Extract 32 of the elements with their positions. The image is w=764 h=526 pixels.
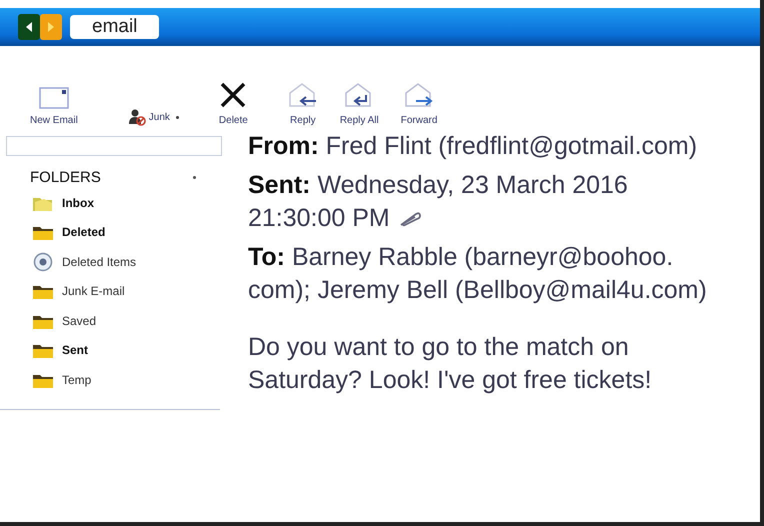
toolbar-button[interactable]: New Email — [30, 87, 78, 126]
envelope-icon — [38, 87, 69, 109]
folder-item[interactable]: Saved — [0, 306, 220, 336]
window-title: email — [70, 15, 160, 39]
header-line: To: Barney Rabble (barneyr@boohoo. — [248, 242, 674, 273]
folder-item[interactable]: Inbox — [0, 188, 220, 218]
toolbar-button[interactable]: Forward — [400, 81, 438, 126]
message-body: Do you want to go to the match on Saturday? Look! I've got free tickets! — [248, 332, 653, 396]
toolbar-button[interactable]: Junk — [128, 108, 179, 126]
toolbar-button[interactable]: Reply — [288, 81, 318, 126]
right-triangle-icon — [46, 21, 56, 33]
folder-item[interactable]: Sent — [0, 336, 220, 365]
dropdown-dot-icon — [193, 176, 196, 178]
left-triangle-icon — [24, 21, 34, 33]
back-button[interactable] — [18, 14, 40, 40]
folder-item[interactable]: Junk E-mail — [0, 276, 220, 306]
header-line: From: Fred Flint (fredflint@gotmail.com) — [248, 131, 698, 162]
person-icon — [128, 108, 146, 126]
envelope-right-arrow-icon — [404, 81, 434, 109]
folder-item[interactable]: Temp — [0, 365, 220, 394]
delete-icon — [219, 81, 248, 109]
search-field[interactable] — [6, 136, 222, 156]
header-line: 21:30:00 PM — [248, 203, 390, 234]
toolbar-button[interactable]: Delete — [218, 81, 248, 126]
folders-heading: FOLDERS — [30, 168, 101, 186]
header-line: Sent: Wednesday, 23 March 2016 — [248, 170, 628, 201]
folder-item[interactable]: Deleted Items — [0, 247, 220, 276]
toolbar-button[interactable]: Reply All — [340, 81, 379, 126]
globe-icon — [32, 252, 54, 272]
envelope-left-arrow-icon — [288, 81, 318, 109]
folder-item[interactable]: Deleted — [0, 218, 220, 247]
header-line: com); Jeremy Bell (Bellboy@mail4u.com) — [248, 275, 707, 306]
